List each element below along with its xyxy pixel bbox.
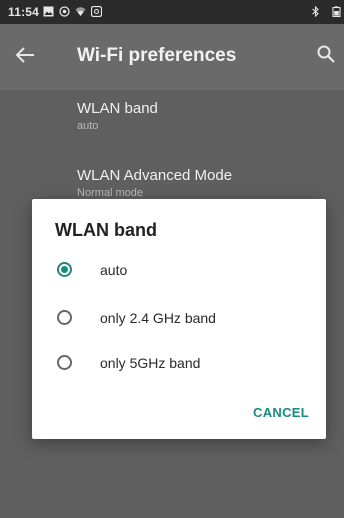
wlan-band-dialog: WLAN band auto only 2.4 GHz band only 5G… (32, 199, 326, 439)
radio-button[interactable] (57, 355, 72, 370)
search-icon[interactable] (316, 44, 336, 64)
option-label: only 5GHz band (100, 355, 201, 371)
preference-summary: Normal mode (77, 187, 144, 199)
app-bar: Wi-Fi preferences (0, 24, 344, 90)
wifi-icon (75, 7, 86, 16)
image-icon (43, 6, 54, 17)
option-label: only 2.4 GHz band (100, 310, 216, 326)
preference-title: WLAN Advanced Mode (77, 167, 233, 184)
dialog-title: WLAN band (55, 220, 157, 240)
page-title: Wi-Fi preferences (77, 45, 237, 66)
radio-button[interactable] (57, 310, 72, 325)
message-icon (91, 6, 102, 17)
option-2-4ghz[interactable]: only 2.4 GHz band (32, 299, 326, 339)
preference-wlan-band[interactable]: WLAN band auto (77, 100, 158, 132)
screen: 11:54 Wi-Fi preferences WLAN band auto W… (0, 0, 344, 518)
battery-icon (332, 6, 341, 17)
bluetooth-icon (312, 6, 319, 17)
back-arrow-icon[interactable] (14, 44, 36, 66)
option-label: auto (100, 262, 128, 278)
option-auto[interactable]: auto (32, 251, 326, 291)
camera-icon (59, 6, 70, 17)
option-5ghz[interactable]: only 5GHz band (32, 344, 326, 384)
status-time: 11:54 (8, 5, 40, 19)
preference-title: WLAN band (77, 100, 158, 117)
preference-summary: auto (77, 120, 99, 132)
radio-button-selected[interactable] (57, 262, 72, 277)
cancel-button[interactable]: CANCEL (253, 405, 309, 420)
preference-wlan-advanced-mode[interactable]: WLAN Advanced Mode Normal mode (77, 167, 232, 199)
status-bar: 11:54 (0, 0, 344, 24)
